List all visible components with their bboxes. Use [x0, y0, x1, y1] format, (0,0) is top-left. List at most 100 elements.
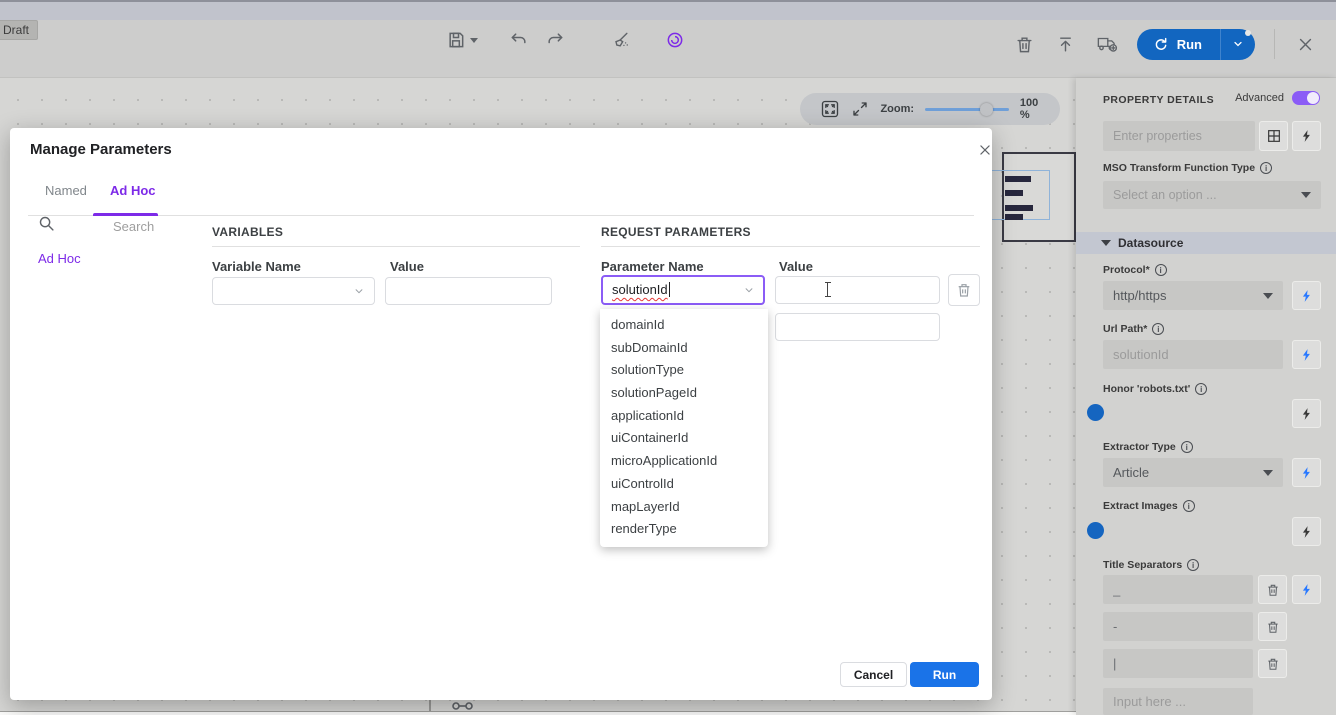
parameter-value-input-2[interactable] [775, 313, 940, 341]
toolbar-run-split-button[interactable]: Run [1137, 29, 1255, 60]
info-icon[interactable]: i [1152, 323, 1164, 335]
separator-input-2[interactable] [1103, 612, 1253, 641]
text-cursor-ibeam [827, 282, 828, 297]
url-path-bolt-button[interactable] [1292, 340, 1321, 369]
mso-transform-label: MSO Transform Function Typei [1103, 162, 1272, 174]
run-notification-dot [1245, 30, 1251, 36]
fit-screen-icon[interactable] [820, 98, 840, 120]
undo-icon[interactable] [508, 29, 530, 51]
trash-icon [1266, 583, 1280, 597]
cancel-button[interactable]: Cancel [840, 662, 907, 687]
dropdown-option[interactable]: subDomainId [600, 337, 768, 360]
datasource-section-header[interactable]: Datasource [1076, 232, 1336, 254]
flow-node-bar [1005, 190, 1023, 196]
separator-new-input[interactable] [1103, 688, 1253, 715]
draft-status-badge: Draft [0, 20, 38, 40]
delete-icon[interactable] [1014, 33, 1036, 55]
search-input[interactable]: Search [113, 219, 154, 234]
separator-delete-button[interactable] [1258, 575, 1287, 604]
dropdown-option[interactable]: solutionPageId [600, 382, 768, 405]
bolt-icon [1300, 407, 1314, 421]
dropdown-option[interactable]: solutionType [600, 359, 768, 382]
dialog-close-button[interactable] [973, 138, 997, 162]
properties-search-input[interactable] [1103, 121, 1255, 151]
info-icon[interactable]: i [1181, 441, 1193, 453]
flow-node-bar [1005, 176, 1031, 182]
dropdown-option[interactable]: renderType [600, 518, 768, 541]
parameter-name-combobox[interactable]: solutionId [601, 275, 765, 305]
trash-icon [1266, 657, 1280, 671]
separators-bolt-button[interactable] [1292, 575, 1321, 604]
zoom-control: Zoom: 100 % [800, 93, 1060, 125]
separator-delete-button[interactable] [1258, 649, 1287, 678]
variable-value-input[interactable] [385, 277, 552, 305]
info-icon[interactable]: i [1195, 383, 1207, 395]
info-icon[interactable]: i [1260, 162, 1272, 174]
tab-ad-hoc[interactable]: Ad Hoc [110, 183, 156, 198]
url-path-input[interactable] [1103, 340, 1283, 369]
text-caret [669, 282, 670, 297]
close-icon[interactable] [1294, 33, 1316, 55]
extract-images-label: Extract Imagesi [1103, 500, 1195, 512]
parameter-value-input[interactable] [775, 276, 940, 304]
parameter-name-label: Parameter Name [601, 259, 704, 274]
advanced-toggle[interactable] [1292, 91, 1320, 105]
protocol-bolt-button[interactable] [1292, 281, 1321, 310]
zoom-slider[interactable] [925, 108, 1009, 111]
dropdown-option[interactable]: domainId [600, 314, 768, 337]
flow-node[interactable] [1002, 152, 1076, 242]
info-icon[interactable]: i [1155, 264, 1167, 276]
sidebar-item-ad-hoc[interactable]: Ad Hoc [38, 251, 81, 266]
variable-name-select[interactable] [212, 277, 375, 305]
tab-named[interactable]: Named [45, 183, 87, 198]
title-separators-label: Title Separatorsi [1103, 559, 1199, 571]
dialog-run-button[interactable]: Run [910, 662, 979, 687]
parameter-delete-button[interactable] [948, 274, 980, 306]
grid-view-button[interactable] [1259, 121, 1288, 151]
robots-bolt-button[interactable] [1292, 399, 1321, 428]
extractor-bolt-button[interactable] [1292, 458, 1321, 487]
save-caret-icon [470, 38, 478, 43]
separator-input-3[interactable] [1103, 649, 1253, 678]
run-circular-arrow-icon [1153, 36, 1169, 52]
toolbar-run-button[interactable]: Run [1137, 29, 1221, 60]
info-icon[interactable]: i [1183, 500, 1195, 512]
parameter-value-wrap [775, 276, 940, 304]
dropdown-option[interactable]: microApplicationId [600, 450, 768, 473]
property-panel: PROPERTY DETAILS Advanced MSO Transform … [1076, 78, 1336, 715]
extract-images-bolt-button[interactable] [1292, 517, 1321, 546]
publish-icon[interactable] [1055, 33, 1077, 55]
request-parameters-heading: REQUEST PARAMETERS [601, 225, 751, 239]
save-icon [445, 29, 467, 51]
search-icon[interactable] [38, 215, 55, 237]
extractor-type-select[interactable]: Article [1103, 458, 1283, 487]
url-path-label: Url Path*i [1103, 323, 1164, 335]
focus-icon[interactable] [664, 29, 686, 51]
run-caret-icon [1232, 38, 1244, 50]
deploy-icon[interactable] [1096, 33, 1118, 55]
dropdown-option[interactable]: uiControlId [600, 473, 768, 496]
bolt-icon [1300, 466, 1314, 480]
dropdown-option[interactable]: mapLayerId [600, 496, 768, 519]
chevron-down-icon [1301, 192, 1311, 198]
expand-icon[interactable] [851, 98, 869, 120]
separator-input-1[interactable] [1103, 575, 1253, 604]
zoom-value: 100 % [1020, 97, 1046, 121]
cleanup-icon[interactable] [610, 29, 632, 51]
section-collapse-icon [1101, 240, 1111, 246]
protocol-select[interactable]: http/https [1103, 281, 1283, 310]
redo-icon[interactable] [544, 29, 566, 51]
bolt-icon [1300, 348, 1314, 362]
properties-bolt-button[interactable] [1292, 121, 1321, 151]
mso-transform-select[interactable]: Select an option ... [1103, 181, 1321, 209]
info-icon[interactable]: i [1187, 559, 1199, 571]
bolt-icon [1300, 129, 1314, 143]
dropdown-option[interactable]: applicationId [600, 405, 768, 428]
save-split-button[interactable] [445, 29, 478, 51]
parameter-value-label: Value [779, 259, 813, 274]
zoom-slider-thumb[interactable] [980, 103, 993, 116]
dialog-tabs: Named Ad Hoc [28, 183, 974, 216]
separator-delete-button[interactable] [1258, 612, 1287, 641]
dropdown-option[interactable]: uiContainerId [600, 427, 768, 450]
close-icon [978, 143, 992, 157]
